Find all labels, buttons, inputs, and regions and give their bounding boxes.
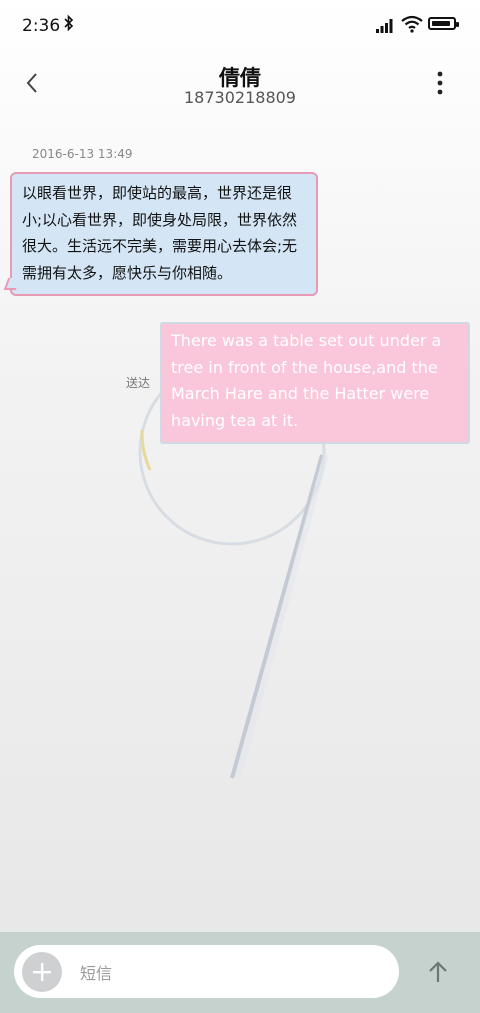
message-input[interactable]: 短信 — [14, 945, 399, 998]
send-arrow-icon[interactable] — [423, 957, 453, 987]
status-bar: 2:36 — [0, 0, 480, 50]
bubble-tail — [3, 278, 21, 290]
delivered-status: 送达 — [126, 376, 151, 390]
bluetooth-icon — [64, 14, 74, 36]
contact-number: 18730218809 — [184, 88, 296, 107]
conversation-header: 倩倩 18730218809 — [0, 55, 480, 115]
received-message-text: 以眼看世界，即使站的最高，世界还是很小;以心看世界，即使身处局限，世界依然很大。… — [22, 184, 298, 282]
message-placeholder: 短信 — [80, 964, 113, 983]
status-time: 2:36 — [22, 16, 61, 36]
wifi-icon — [401, 15, 423, 37]
more-vertical-icon[interactable] — [426, 69, 454, 97]
composer-bar: 短信 — [0, 932, 480, 1013]
signal-icon — [376, 18, 396, 37]
received-message-bubble[interactable]: 以眼看世界，即使站的最高，世界还是很小;以心看世界，即使身处局限，世界依然很大。… — [3, 172, 318, 296]
sent-message-bubble[interactable]: There was a table set out under a tree i… — [160, 322, 470, 444]
battery-icon — [428, 17, 459, 30]
plus-icon[interactable] — [22, 952, 62, 992]
message-timestamp: 2016-6-13 13:49 — [32, 147, 133, 161]
sent-message-text: There was a table set out under a tree i… — [171, 331, 442, 430]
